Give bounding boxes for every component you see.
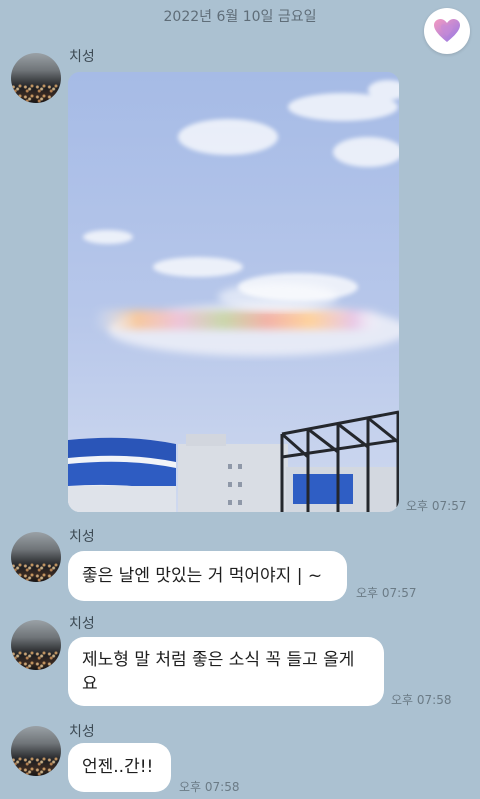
avatar[interactable] — [11, 532, 61, 582]
sender-name: 치성 — [69, 529, 95, 545]
heart-button[interactable] — [424, 8, 470, 54]
sender-name: 치성 — [69, 724, 95, 740]
avatar[interactable] — [11, 620, 61, 670]
message-bubble[interactable]: 제노형 말 처럼 좋은 소식 꼭 들고 올게 요 — [68, 637, 384, 706]
message-bubble[interactable]: 언젠..간!! — [68, 743, 171, 792]
message-text: 좋은 날엔 맛있는 거 먹어야지 | ~ — [82, 566, 323, 586]
date-separator: 2022년 6월 10일 금요일 — [163, 9, 317, 25]
message-time: 오후 07:58 — [391, 693, 452, 707]
message-bubble[interactable]: 좋은 날엔 맛있는 거 먹어야지 | ~ — [68, 551, 347, 601]
message-time: 오후 07:57 — [406, 499, 467, 513]
message-text-line: 제노형 말 처럼 좋은 소식 꼭 들고 올게 — [82, 650, 355, 670]
message-text-line: 요 — [82, 674, 98, 694]
heart-icon — [434, 19, 460, 42]
message-text: 언젠..간!! — [82, 757, 154, 777]
sender-name: 치성 — [69, 616, 95, 632]
sky-photo — [68, 72, 399, 512]
message-time: 오후 07:58 — [179, 780, 240, 794]
avatar[interactable] — [11, 53, 61, 103]
message-time: 오후 07:57 — [356, 586, 417, 600]
sender-name: 치성 — [69, 49, 95, 65]
avatar[interactable] — [11, 726, 61, 776]
photo-message[interactable] — [68, 72, 399, 512]
